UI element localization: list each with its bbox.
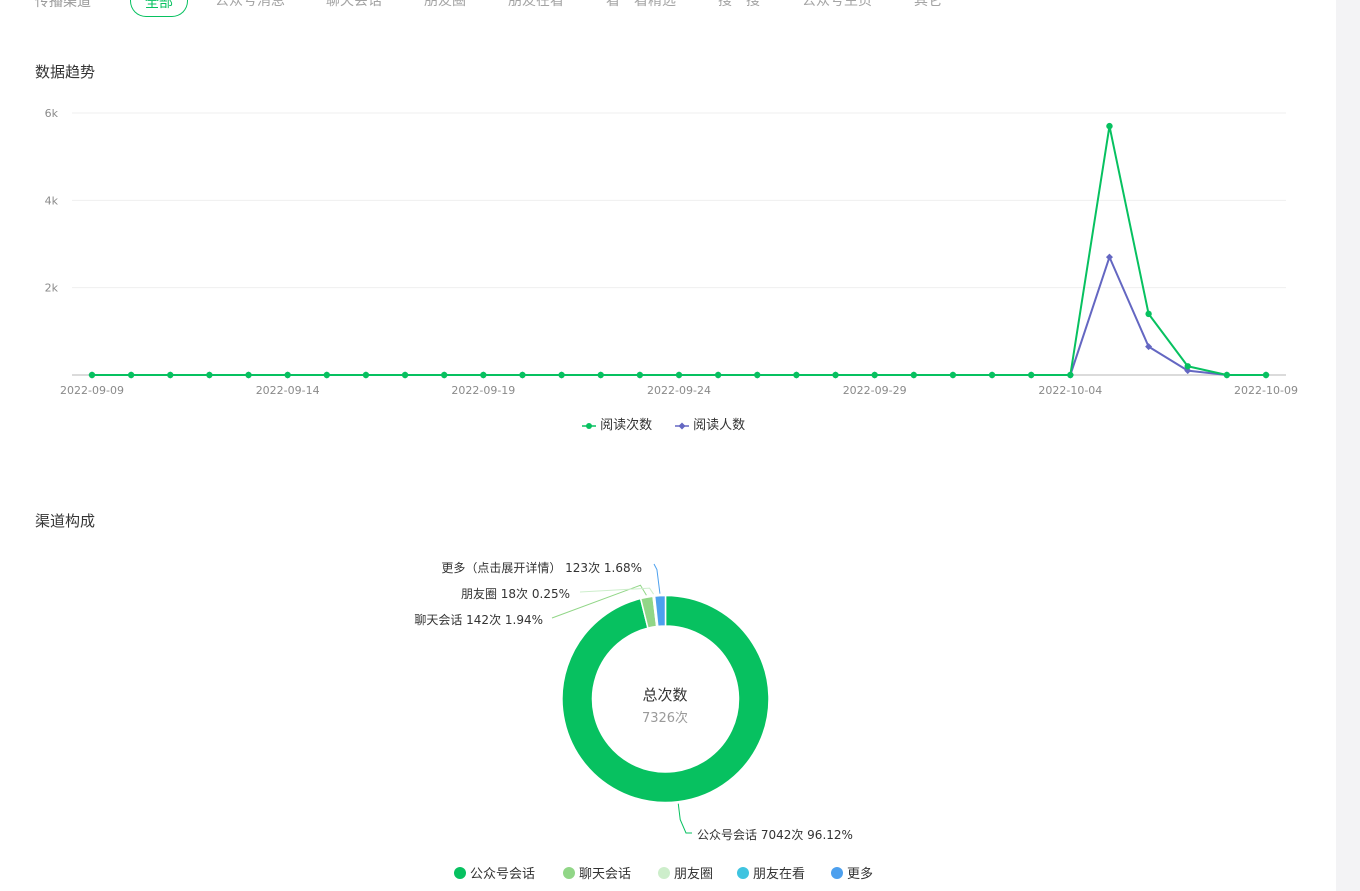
pie-legend-chat-session-label: 聊天会话 (579, 867, 632, 882)
pie-legend-more-dot (831, 867, 843, 879)
pie-legend-more-label: 更多 (847, 867, 874, 882)
pie-legend-moments-dot (658, 867, 670, 879)
pie-legend-chat-session[interactable]: 聊天会话 (563, 863, 631, 882)
slice-label-moments: 朋友圈 18次 0.25% (461, 587, 570, 601)
pie-legend-moments[interactable]: 朋友圈 (658, 863, 713, 882)
slice-label-chat: 聊天会话 142次 1.94% (414, 613, 543, 627)
donut-center-value: 7326次 (641, 711, 689, 726)
right-scroll-strip (1336, 0, 1360, 891)
pie-legend-official-session-label: 公众号会话 (470, 867, 536, 882)
donut-center-title: 总次数 (642, 686, 688, 704)
channel-donut-chart: 更多（点击展开详情） 123次 1.68% 朋友圈 18次 0.25% 聊天会话 1… (414, 560, 853, 842)
label-line-official (677, 803, 692, 834)
pie-legend-official-session-dot (454, 867, 466, 879)
slice-label-more: 更多（点击展开详情） 123次 1.68% (441, 560, 642, 575)
slice-label-official: 公众号会话 7042次 96.12% (697, 828, 853, 842)
pie-legend-more[interactable]: 更多 (831, 863, 873, 882)
pie-legend-friends-watching[interactable]: 朋友在看 (737, 863, 805, 882)
pie-legend-friends-watching-dot (737, 867, 749, 879)
label-line-more (653, 563, 661, 594)
pie-legend-official-session[interactable]: 公众号会话 (454, 863, 535, 882)
pie-legend-moments-label: 朋友圈 (674, 867, 714, 882)
pie-legend-chat-session-dot (563, 867, 575, 879)
pie-legend-friends-watching-label: 朋友在看 (753, 867, 806, 882)
